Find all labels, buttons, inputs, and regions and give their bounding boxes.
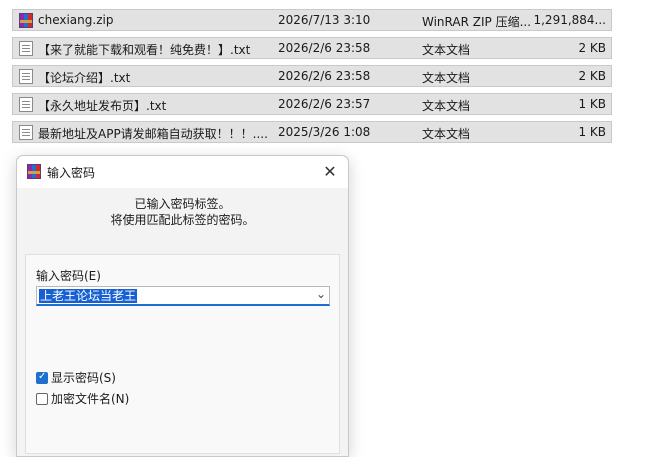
text-file-icon bbox=[19, 69, 33, 84]
file-type: 文本文档 bbox=[422, 71, 471, 85]
file-type: WinRAR ZIP 压缩... bbox=[422, 15, 532, 29]
text-file-icon bbox=[19, 97, 33, 112]
file-name: 【永久地址发布页】.txt bbox=[38, 99, 167, 113]
show-password-label[interactable]: 显示密码(S) bbox=[51, 369, 116, 386]
file-size: 1 KB bbox=[578, 97, 606, 111]
dialog-title: 输入密码 bbox=[47, 166, 96, 180]
message-line-1: 已输入密码标签。 bbox=[134, 197, 231, 211]
dialog-title-bar[interactable]: 输入密码 ✕ bbox=[17, 156, 348, 188]
file-date: 2026/2/6 23:58 bbox=[278, 69, 371, 83]
encrypt-names-label[interactable]: 加密文件名(N) bbox=[51, 390, 129, 407]
text-file-icon bbox=[19, 125, 33, 140]
dialog-message: 已输入密码标签。 将使用匹配此标签的密码。 bbox=[17, 196, 348, 228]
encrypt-names-option[interactable]: 加密文件名(N) bbox=[36, 390, 129, 407]
message-line-2: 将使用匹配此标签的密码。 bbox=[110, 213, 255, 227]
winrar-icon bbox=[27, 164, 41, 179]
encrypt-names-checkbox[interactable] bbox=[36, 392, 48, 405]
file-name: chexiang.zip bbox=[38, 13, 114, 27]
chevron-down-icon[interactable]: ⌄ bbox=[316, 287, 326, 301]
file-date: 2026/7/13 3:10 bbox=[278, 13, 371, 27]
password-combobox[interactable]: 上老王论坛当老王 ⌄ bbox=[36, 286, 330, 306]
file-name: 【来了就能下载和观看！纯免费！】.txt bbox=[38, 43, 251, 57]
close-icon[interactable]: ✕ bbox=[318, 160, 342, 184]
file-row-zip[interactable]: chexiang.zip 2026/7/13 3:10 WinRAR ZIP 压… bbox=[12, 9, 612, 31]
file-size: 2 KB bbox=[578, 41, 606, 55]
file-size: 2 KB bbox=[578, 69, 606, 83]
file-size: 1 KB bbox=[578, 125, 606, 139]
file-type: 文本文档 bbox=[422, 99, 471, 113]
file-date: 2026/2/6 23:57 bbox=[278, 97, 371, 111]
file-date: 2025/3/26 1:08 bbox=[278, 125, 371, 139]
text-file-icon bbox=[19, 41, 33, 56]
file-type: 文本文档 bbox=[422, 43, 471, 57]
file-name: 最新地址及APP请发邮箱自动获取！！！.... bbox=[38, 127, 268, 141]
password-dialog: 输入密码 ✕ 已输入密码标签。 将使用匹配此标签的密码。 输入密码(E) 上老王… bbox=[16, 155, 349, 457]
file-row-txt-1[interactable]: 【来了就能下载和观看！纯免费！】.txt 2026/2/6 23:58 文本文档… bbox=[12, 37, 612, 59]
file-list: chexiang.zip 2026/7/13 3:10 WinRAR ZIP 压… bbox=[12, 9, 612, 149]
show-password-checkbox[interactable] bbox=[36, 371, 48, 384]
file-row-txt-2[interactable]: 【论坛介绍】.txt 2026/2/6 23:58 文本文档 2 KB bbox=[12, 65, 612, 87]
file-size: 1,291,884... bbox=[533, 13, 606, 27]
show-password-option[interactable]: 显示密码(S) bbox=[36, 369, 116, 386]
file-row-txt-4[interactable]: 最新地址及APP请发邮箱自动获取！！！.... 2025/3/26 1:08 文… bbox=[12, 121, 612, 143]
password-label: 输入密码(E) bbox=[36, 269, 101, 283]
file-row-txt-3[interactable]: 【永久地址发布页】.txt 2026/2/6 23:57 文本文档 1 KB bbox=[12, 93, 612, 115]
password-panel: 输入密码(E) 上老王论坛当老王 ⌄ 显示密码(S) 加密文件名(N) bbox=[25, 254, 340, 454]
file-type: 文本文档 bbox=[422, 127, 471, 141]
file-name: 【论坛介绍】.txt bbox=[38, 71, 131, 85]
file-date: 2026/2/6 23:58 bbox=[278, 41, 371, 55]
password-value[interactable]: 上老王论坛当老王 bbox=[39, 289, 138, 303]
rar-archive-icon bbox=[19, 13, 33, 28]
